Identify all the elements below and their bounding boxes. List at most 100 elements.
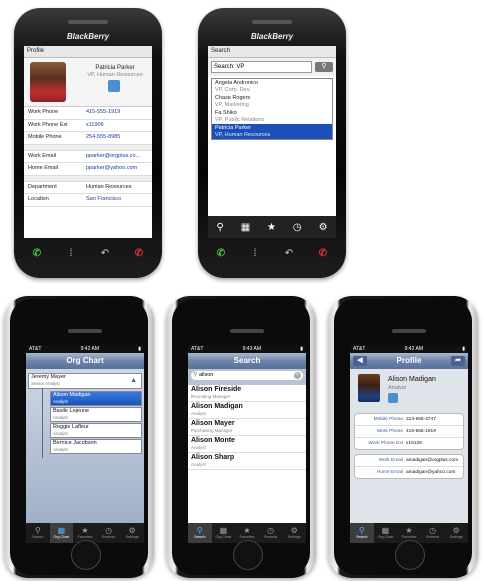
detail-row[interactable]: Work Phone Ext x11906 [24, 120, 152, 132]
gear-icon: ⚙ [452, 526, 460, 535]
list-item[interactable]: Fa Shiko VP, Public Relations [212, 109, 332, 124]
report-node[interactable]: Basile Lejeune Analyst [50, 407, 142, 422]
battery-icon: ▮ [462, 346, 465, 352]
profile-title: Analyst [388, 385, 407, 391]
search-icon: ⚲ [193, 372, 198, 378]
detail-row[interactable]: Mobile Phone 254-555-8985 [24, 132, 152, 145]
avatar [358, 374, 380, 402]
tab-recents[interactable]: ◷ Recents [97, 523, 121, 543]
tab-settings[interactable]: ⚙ Settings [444, 523, 468, 543]
gear-icon: ⚙ [128, 526, 136, 535]
recents-icon[interactable]: ◷ [293, 222, 302, 233]
search-icon[interactable]: ⚲ [315, 62, 333, 72]
tab-search[interactable]: ⚲ Search [188, 523, 212, 543]
battery-icon: ▮ [300, 346, 303, 352]
status-bar: AT&T 9:42 AM ▮ [26, 345, 144, 353]
screen: Search Search: VP ⚲ Angela Andronico VP, … [208, 46, 336, 238]
tab-recents[interactable]: ◷ Recents [259, 523, 283, 543]
profile-title: VP, Human Resources [87, 72, 143, 78]
profile-name: Alison Madigan [388, 376, 436, 383]
search-icon: ⚲ [34, 526, 41, 535]
star-icon: ★ [243, 526, 251, 535]
speaker [392, 329, 426, 333]
list-item[interactable]: Alison Fireside Recruiting Manager [188, 385, 306, 402]
org-chart-icon: ▦ [57, 526, 66, 535]
back-key-icon[interactable]: ↶ [278, 247, 300, 261]
list-item[interactable]: Alison Sharp Analyst [188, 453, 306, 470]
list-item[interactable]: Chase Rogers VP, Marketing [212, 94, 332, 109]
collapse-triangle-icon[interactable]: ▲ [130, 377, 137, 384]
speaker [252, 20, 292, 24]
detail-row[interactable]: Location San Francisco [24, 194, 152, 207]
tab-settings[interactable]: ⚙ Settings [282, 523, 306, 543]
back-arrow-icon[interactable]: ◀ [353, 356, 367, 366]
tab-org-chart[interactable]: ▦ Org Chart [374, 523, 398, 543]
device-body: AT&T 9:43 AM ▮ Search ⚲ alison × Alison Fi… [172, 299, 310, 575]
star-icon[interactable]: ★ [267, 222, 276, 233]
report-node[interactable]: Reggie Lafleur Analyst [50, 423, 142, 438]
home-button[interactable] [71, 540, 101, 570]
report-node[interactable]: Bernice Jacobson Analyst [50, 439, 142, 454]
clear-icon[interactable]: × [294, 372, 301, 379]
back-key-icon[interactable]: ↶ [94, 247, 116, 261]
detail-row[interactable]: Work Email amadigan@orgplus.com [355, 455, 463, 467]
settings-icon[interactable]: ⚙ [319, 222, 328, 233]
tab-search[interactable]: ⚲ Search [350, 523, 374, 543]
share-icon[interactable]: ➦ [451, 356, 465, 366]
speaker [68, 20, 108, 24]
search-icon: ⚲ [358, 526, 365, 535]
end-key-icon[interactable]: ✆ [128, 247, 150, 261]
detail-row[interactable]: Work Phone 415-555-1919 [355, 426, 463, 438]
search-results: Angela Andronico VP, Corp. Dev. Chase Rog… [211, 78, 333, 140]
org-chart-icon[interactable]: ▦ [241, 222, 250, 233]
call-key-icon[interactable]: ✆ [26, 247, 48, 261]
profile-header: Patricia Parker VP, Human Resources [24, 58, 152, 107]
detail-row[interactable]: Work Phone Ext x16128 [355, 438, 463, 449]
star-icon: ★ [81, 526, 89, 535]
org-chart-button[interactable] [108, 80, 120, 92]
detail-row[interactable]: Work Phone 415-555-1919 [24, 107, 152, 120]
detail-row[interactable]: Work Email pparker@orgplus.co... [24, 151, 152, 163]
tab-org-chart[interactable]: ▦ Org Chart [212, 523, 236, 543]
list-item-selected[interactable]: Patricia Parker VP, Human Resources [212, 124, 332, 139]
org-chart-button[interactable] [388, 393, 398, 403]
menu-key-icon[interactable]: ⁞ [60, 247, 82, 261]
battery-icon: ▮ [138, 346, 141, 352]
home-button[interactable] [395, 540, 425, 570]
phone-group: Mobile Phone 313-555-4747 Work Phone 415-5… [354, 413, 464, 450]
org-chart: Jeremy Mayer Senior Analyst ▲ Alison Mad… [26, 369, 144, 523]
tab-org-chart[interactable]: ▦ Org Chart [49, 523, 74, 543]
brand-logo: BlackBerry [66, 32, 110, 41]
tab-recents[interactable]: ◷ Recents [421, 523, 445, 543]
home-button[interactable] [233, 540, 263, 570]
list-item[interactable]: Alison Monte Analyst [188, 436, 306, 453]
call-key-icon[interactable]: ✆ [210, 247, 232, 261]
detail-row[interactable]: Mobile Phone 313-555-4747 [355, 414, 463, 426]
page-title: Org Chart [66, 356, 104, 365]
detail-row[interactable]: Home Email amadigan@yahoo.com [355, 467, 463, 478]
recents-icon: ◷ [267, 526, 275, 535]
nav-bar: Search [188, 353, 306, 369]
blackberry-search-device: BlackBerry Search Search: VP ⚲ Angela An… [198, 8, 346, 278]
end-key-icon[interactable]: ✆ [312, 247, 334, 261]
page-title: Search [233, 356, 261, 365]
profile-body: Alison Madigan Analyst Mobile Phone 313-5… [350, 369, 468, 523]
hardware-keys: ✆ ⁞ ↶ ✆ [210, 244, 334, 264]
menu-key-icon[interactable]: ⁞ [244, 247, 266, 261]
search-bar: ⚲ alison × [188, 369, 306, 385]
list-item[interactable]: Alison Mayer Purchasing Manager [188, 419, 306, 436]
manager-node[interactable]: Jeremy Mayer Senior Analyst ▲ [28, 373, 142, 389]
tab-settings[interactable]: ⚙ Settings [120, 523, 144, 543]
search-input[interactable]: Search: VP [211, 61, 312, 73]
list-item[interactable]: Angela Andronico VP, Corp. Dev. [212, 79, 332, 94]
report-node-selected[interactable]: Alison Madigan Analyst [50, 391, 142, 406]
tab-search[interactable]: ⚲ Search [26, 523, 50, 543]
status-bar: AT&T 9:42 AM ▮ [350, 345, 468, 353]
brand-logo: BlackBerry [250, 32, 294, 41]
detail-row[interactable]: Home Email pparker@yahoo.com [24, 163, 152, 176]
search-icon[interactable]: ⚲ [216, 222, 223, 233]
screen-title: Profile [24, 46, 152, 58]
list-item[interactable]: Alison Madigan Analyst [188, 402, 306, 419]
blackberry-profile-device: BlackBerry Profile Patricia Parker VP, H… [14, 8, 162, 278]
search-input[interactable]: ⚲ alison × [191, 371, 303, 380]
